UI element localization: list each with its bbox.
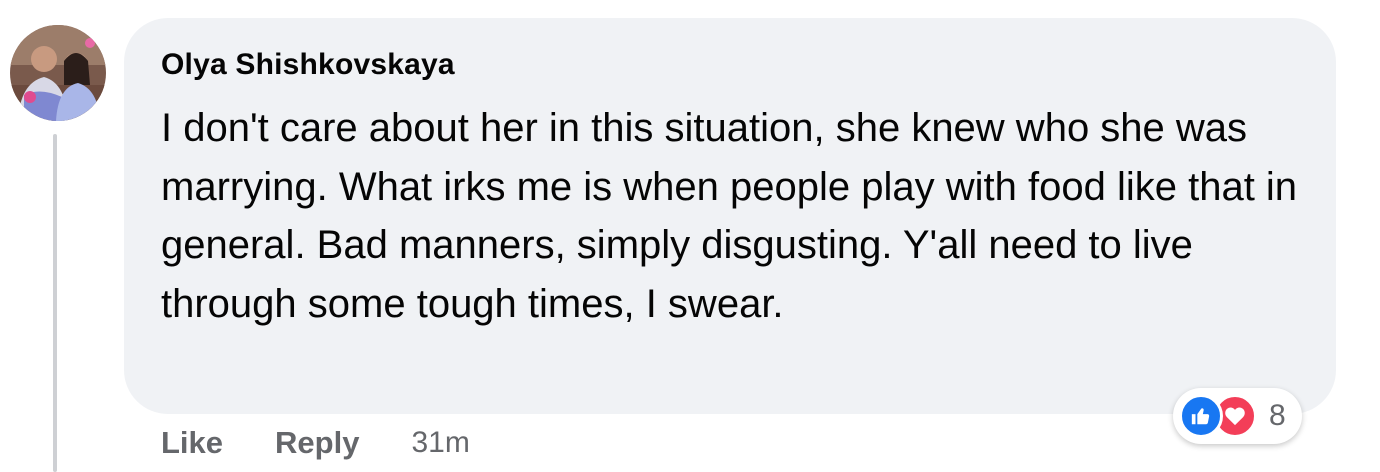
- avatar-image: [10, 25, 106, 121]
- comment-author[interactable]: Olya Shishkovskaya: [161, 48, 455, 82]
- avatar[interactable]: [10, 25, 106, 121]
- thumbs-up-icon: [1191, 408, 1210, 425]
- like-button[interactable]: Like: [161, 425, 223, 461]
- reaction-summary[interactable]: 8: [1173, 388, 1302, 444]
- like-reaction-icon: [1179, 394, 1223, 438]
- comment-text: I don't care about her in this situation…: [161, 106, 1298, 326]
- comment-thread: Olya Shishkovskaya I don't care about he…: [0, 0, 1380, 472]
- reaction-count: 8: [1269, 399, 1286, 432]
- reply-button[interactable]: Reply: [275, 425, 359, 461]
- thread-line: [53, 134, 57, 472]
- heart-icon: [1225, 407, 1245, 426]
- comment-timestamp[interactable]: 31m: [411, 426, 469, 460]
- comment-actions: Like Reply 31m: [161, 420, 470, 466]
